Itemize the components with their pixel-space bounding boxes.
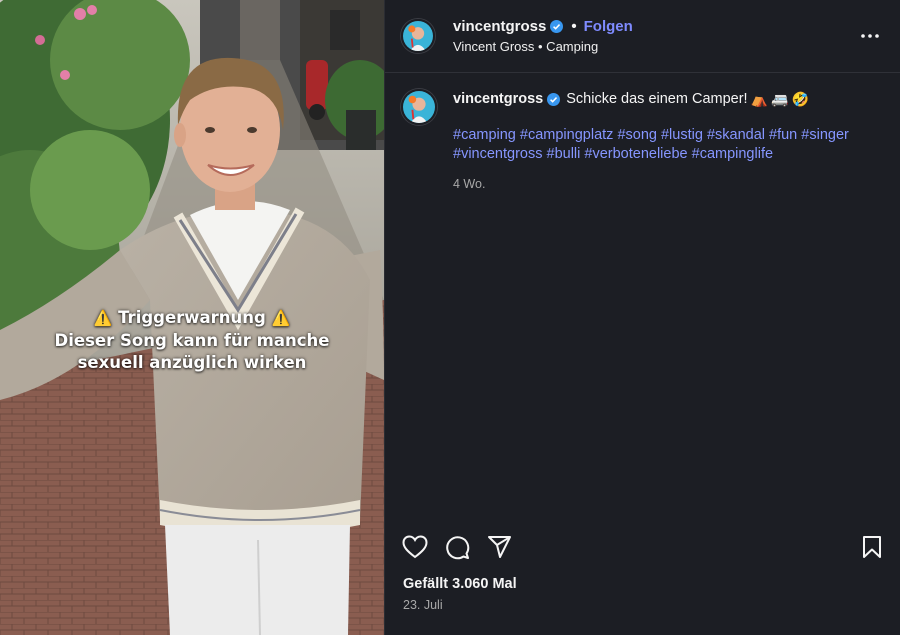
save-button[interactable]: [858, 533, 886, 561]
overlay-line-2: Dieser Song kann für manche: [54, 330, 330, 350]
caption-first-line: vincentgross Schicke das einem Camper! ⛺…: [453, 89, 882, 109]
post-caption: vincentgross Schicke das einem Camper! ⛺…: [385, 73, 900, 194]
comment-icon: [445, 535, 469, 559]
separator-dot: •: [571, 18, 577, 35]
instagram-post: ⚠️ Triggerwarnung ⚠️ Dieser Song kann fü…: [0, 0, 900, 635]
username-link[interactable]: vincentgross: [453, 18, 546, 35]
overlay-title: Triggerwarnung: [118, 308, 266, 327]
more-options-icon: [861, 34, 879, 38]
caption-avatar[interactable]: [401, 89, 437, 125]
heart-icon: [402, 535, 428, 559]
trigger-warning-overlay: ⚠️ Triggerwarnung ⚠️ Dieser Song kann fü…: [0, 307, 384, 375]
hashtag-link[interactable]: #campinglife: [692, 146, 773, 162]
header-text: vincentgross • Folgen Vincent Gross • Ca…: [453, 18, 633, 54]
laughing-emoji: 🤣: [791, 90, 809, 107]
hashtag-link[interactable]: #camping: [453, 127, 516, 143]
post-header: vincentgross • Folgen Vincent Gross • Ca…: [385, 0, 900, 73]
header-top-row: vincentgross • Folgen: [453, 18, 633, 35]
hashtag-link[interactable]: #campingplatz: [520, 127, 614, 143]
hashtag-link[interactable]: #singer: [801, 127, 849, 143]
caption-body: vincentgross Schicke das einem Camper! ⛺…: [453, 89, 882, 194]
header-subtitle[interactable]: Vincent Gross • Camping: [453, 39, 633, 54]
tent-emoji: ⛺: [750, 90, 769, 107]
hashtag-link[interactable]: #song: [617, 127, 657, 143]
hashtag-link[interactable]: #bulli: [547, 146, 581, 162]
share-icon: [487, 536, 511, 558]
hashtag-link[interactable]: #skandal: [707, 127, 765, 143]
avatar[interactable]: [401, 19, 435, 53]
like-button[interactable]: [401, 533, 429, 561]
hashtag-link[interactable]: #fun: [769, 127, 797, 143]
verified-badge-icon: [547, 92, 561, 106]
avatar-image: [403, 21, 433, 51]
post-video[interactable]: ⚠️ Triggerwarnung ⚠️ Dieser Song kann fü…: [0, 0, 384, 635]
likes-count[interactable]: Gefällt 3.060 Mal: [403, 576, 517, 592]
caption-age[interactable]: 4 Wo.: [453, 175, 882, 194]
comment-button[interactable]: [443, 533, 471, 561]
warning-icon: ⚠️: [271, 309, 291, 327]
verified-badge-icon: [550, 20, 564, 33]
van-emoji: 🚐: [771, 90, 789, 107]
caption-username-link[interactable]: vincentgross: [453, 90, 543, 109]
hashtag-list: #camping #campingplatz #song #lustig #sk…: [453, 126, 882, 164]
action-bar: [401, 533, 886, 561]
post-side-panel: vincentgross • Folgen Vincent Gross • Ca…: [384, 0, 900, 635]
caption-text: Schicke das einem Camper!: [566, 90, 748, 107]
hashtag-link[interactable]: #verboteneliebe: [584, 146, 687, 162]
bookmark-icon: [863, 536, 881, 558]
overlay-line-3: sexuell anzüglich wirken: [77, 353, 307, 372]
warning-icon: ⚠️: [93, 309, 113, 327]
avatar-image: [403, 91, 435, 123]
post-date[interactable]: 23. Juli: [403, 598, 443, 612]
overlay-line-1: ⚠️ Triggerwarnung ⚠️: [0, 307, 384, 330]
share-button[interactable]: [485, 533, 513, 561]
hashtag-link[interactable]: #lustig: [661, 127, 703, 143]
hashtag-link[interactable]: #vincentgross: [453, 146, 542, 162]
follow-button[interactable]: Folgen: [584, 18, 633, 35]
more-options-button[interactable]: [858, 24, 882, 48]
